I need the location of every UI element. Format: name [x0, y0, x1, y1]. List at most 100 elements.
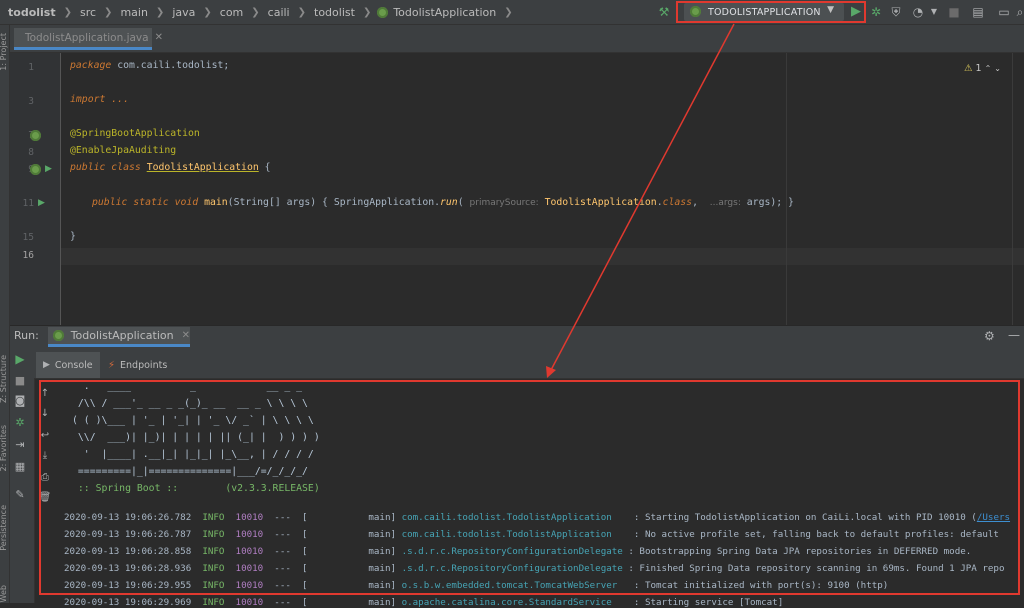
console-tab-label: Console — [54, 359, 93, 371]
persistence-tool-button[interactable]: Persistence — [0, 505, 8, 551]
code-line-1: package com.caili.todolist; — [70, 60, 229, 71]
warning-icon: ⚠ — [964, 62, 973, 74]
run-gutter-icon[interactable]: ▶ — [38, 198, 45, 208]
folded-imports[interactable]: ... — [105, 94, 129, 105]
left-tool-strip: 1: Project Z: Structure 2: Favorites Per… — [0, 25, 10, 603]
inspection-widget[interactable]: ⚠ 1 ⌃ ⌄ — [964, 60, 1008, 76]
spring-boot-icon — [377, 6, 389, 18]
profiler-dropdown-icon[interactable]: ▼ — [926, 4, 942, 20]
code-line-3: import ... — [70, 94, 129, 105]
run-gutter-icon[interactable]: ▶ — [45, 164, 52, 174]
code-text: (String[] args) { SpringApplication. — [227, 197, 441, 208]
rerun-icon[interactable]: ▶ — [8, 352, 32, 366]
keyword: import — [70, 94, 106, 105]
spring-bean-gutter-icon[interactable] — [30, 164, 41, 175]
code-text: , — [692, 197, 698, 208]
chevron-down-icon[interactable]: ⌄ — [994, 64, 1001, 73]
breadcrumb-item-class[interactable]: TodolistApplication — [391, 6, 498, 19]
hide-panel-icon[interactable]: — — [1008, 328, 1020, 342]
line-number: 11 — [22, 198, 34, 209]
chevron-right-icon: ❯ — [203, 6, 212, 18]
breadcrumb-item-java[interactable]: java — [170, 6, 197, 19]
current-line-highlight — [61, 248, 1024, 265]
breadcrumb: todolist ❯ src ❯ main ❯ java ❯ com ❯ caili ❯ t… — [6, 0, 519, 24]
profiler-icon[interactable]: ◔ — [910, 4, 926, 20]
breadcrumb-item-com[interactable]: com — [218, 6, 246, 19]
class-reference: TodolistApplication — [544, 197, 657, 208]
favorites-tool-button[interactable]: 2: Favorites — [0, 425, 8, 471]
spring-bean-gutter-icon[interactable] — [30, 130, 41, 141]
parameter-hint: ...args: — [709, 198, 741, 208]
editor-scrollbar-track[interactable] — [1012, 53, 1013, 325]
editor-gutter: 1 3 7 8 9 11 15 16 ▶ ▶ — [10, 53, 61, 325]
chevron-right-icon: ❯ — [104, 6, 113, 18]
class-name[interactable]: TodolistApplication — [147, 162, 259, 173]
run-icon[interactable]: ▶ — [848, 4, 864, 20]
spring-boot-icon — [690, 6, 701, 17]
warning-count: 1 — [975, 62, 982, 74]
project-tool-button[interactable]: 1: Project — [0, 33, 8, 71]
chevron-right-icon: ❯ — [63, 6, 72, 18]
close-icon[interactable]: ✕ — [155, 32, 163, 43]
keyword: public class — [70, 162, 141, 173]
code-text: { — [258, 162, 271, 173]
editor-tab-todolistapplication[interactable]: TodolistApplication.java ✕ — [14, 28, 163, 50]
gear-icon[interactable]: ⚙ — [984, 329, 995, 343]
method-name: main — [198, 197, 228, 208]
line-number: 1 — [28, 62, 34, 73]
chevron-right-icon: ❯ — [297, 6, 307, 18]
parameter-hint: primarySource: — [469, 198, 539, 208]
line-number: 16 — [22, 250, 34, 261]
debug-icon[interactable]: ✲ — [868, 4, 884, 20]
search-everywhere-icon[interactable]: ⌕ — [1012, 4, 1024, 20]
run-tab-label: TodolistApplication — [70, 329, 174, 342]
breadcrumb-item-main[interactable]: main — [118, 6, 149, 19]
method-call: run — [440, 197, 458, 208]
editor-tab-label: TodolistApplication.java — [25, 31, 149, 44]
code-line-8: @EnableJpaAuditing — [70, 145, 177, 156]
breadcrumb-item-src[interactable]: src — [78, 6, 98, 19]
coverage-icon[interactable]: ⛨ — [888, 4, 904, 20]
project-structure-icon[interactable]: ▤ — [970, 4, 986, 20]
keyword: public static void — [92, 197, 199, 208]
stop-icon[interactable]: ■ — [946, 4, 962, 20]
chevron-up-icon[interactable]: ⌃ — [985, 64, 992, 73]
breadcrumb-item-todolist[interactable]: todolist — [6, 6, 58, 19]
code-text: args); } — [740, 197, 794, 208]
run-configuration-label: TODOLISTAPPLICATION — [708, 6, 821, 18]
tab-endpoints[interactable]: ⚡ Endpoints — [108, 352, 167, 378]
run-configuration-dropdown[interactable]: TODOLISTAPPLICATION ▼ — [684, 3, 844, 21]
endpoints-icon: ⚡ — [108, 359, 116, 371]
run-window-label: Run: — [14, 329, 39, 342]
breadcrumb-item-todolist-package[interactable]: todolist — [312, 6, 357, 19]
console-highlight-box — [39, 380, 1020, 595]
build-hammer-icon[interactable]: ⚒ — [656, 4, 672, 20]
debug-icon[interactable]: ✲ — [8, 416, 32, 429]
exit-icon[interactable]: ⇥ — [8, 438, 32, 451]
line-number: 15 — [22, 232, 34, 243]
chevron-right-icon: ❯ — [155, 6, 165, 18]
code-editor[interactable] — [61, 53, 1024, 325]
close-icon[interactable]: ✕ — [182, 330, 190, 341]
chevron-right-icon: ❯ — [251, 6, 260, 18]
camera-icon[interactable]: ◙ — [8, 394, 32, 407]
tab-console[interactable]: ▶ Console — [36, 352, 100, 378]
chevron-right-icon: ❯ — [362, 6, 372, 18]
code-line-7: @SpringBootApplication — [70, 128, 200, 139]
caret-down-icon: ▼ — [827, 5, 834, 15]
structure-tool-button[interactable]: Z: Structure — [0, 355, 8, 403]
spring-boot-icon — [53, 330, 64, 341]
layout-icon[interactable]: ▦ — [8, 460, 32, 473]
web-tool-button[interactable]: Web — [0, 585, 8, 602]
terminal-icon[interactable]: ▭ — [996, 4, 1012, 20]
code-text: com.caili.todolist; — [111, 60, 230, 71]
run-tab-todolistapplication[interactable]: TodolistApplication ✕ — [48, 327, 190, 347]
console-icon: ▶ — [43, 360, 50, 370]
chevron-right-icon: ❯ — [504, 6, 513, 18]
run-subtab-bar — [34, 348, 1024, 379]
stop-icon[interactable]: ■ — [8, 374, 32, 387]
pin-icon[interactable]: ✎ — [8, 488, 32, 501]
breadcrumb-item-caili[interactable]: caili — [266, 6, 292, 19]
right-margin-guide — [786, 53, 787, 325]
line-number: 3 — [28, 96, 34, 107]
